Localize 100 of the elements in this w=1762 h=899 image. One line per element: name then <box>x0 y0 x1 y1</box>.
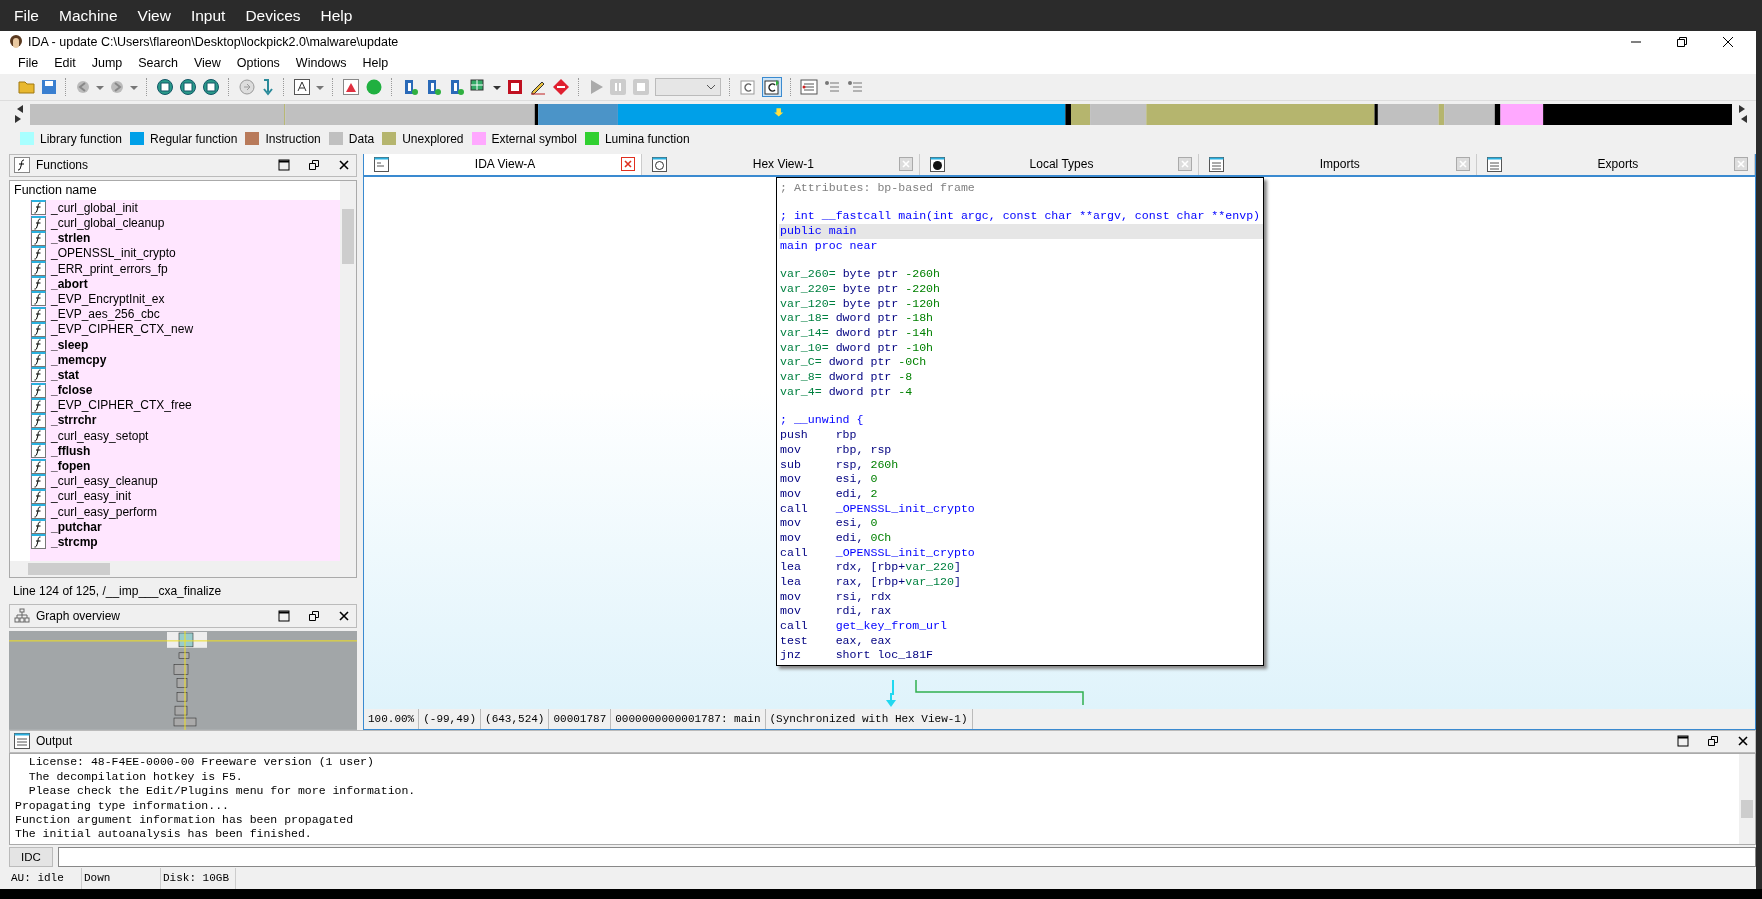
menu-item[interactable]: Machine <box>49 6 128 25</box>
list-icon[interactable] <box>800 77 818 96</box>
folder-icon[interactable] <box>18 78 36 95</box>
navigation-band-drawing[interactable] <box>30 103 1732 125</box>
menu-item[interactable]: Search <box>130 56 186 71</box>
close-icon[interactable] <box>338 609 350 622</box>
function-name[interactable]: _curl_global_init <box>51 200 138 215</box>
text-box-icon[interactable] <box>293 77 311 96</box>
code-line[interactable]: var_C= dword ptr -0Ch <box>779 355 1263 371</box>
code-line[interactable]: ; int __fastcall main(int argc, const char **argv, const char **envp) <box>779 209 1263 224</box>
code-line[interactable]: mov rbp, rsp <box>779 442 1263 458</box>
code-line[interactable]: jnz short loc_181F <box>779 648 1263 664</box>
menu-item[interactable]: Edit <box>46 56 84 71</box>
close-icon[interactable] <box>1722 35 1734 48</box>
bracket-icon[interactable] <box>739 77 757 96</box>
menu-item[interactable]: Help <box>354 56 397 71</box>
function-name[interactable]: _abort <box>51 276 88 291</box>
down-arrow-icon[interactable] <box>261 77 275 96</box>
code-line[interactable]: mov rsi, rdx <box>779 589 1263 605</box>
code-line[interactable]: var_18= dword ptr -18h <box>779 311 1263 326</box>
menu-item[interactable]: Help <box>310 6 363 25</box>
menu-item[interactable]: Windows <box>287 56 355 71</box>
restore-icon[interactable] <box>308 609 320 622</box>
code-line[interactable]: mov edi, 0Ch <box>779 530 1263 546</box>
column-header[interactable]: Function name <box>10 181 340 201</box>
function-name[interactable]: _sleep <box>51 337 89 352</box>
function-name[interactable]: _curl_easy_setopt <box>51 428 149 443</box>
code-line[interactable]: sub rsp, 260h <box>779 457 1263 473</box>
code-line[interactable]: ; __unwind { <box>779 413 1263 429</box>
function-name[interactable]: _strcmp <box>51 535 98 549</box>
bracket-icon[interactable] <box>762 76 782 97</box>
menu-item[interactable]: Devices <box>235 6 311 25</box>
menu-item[interactable]: Input <box>180 6 236 25</box>
code-line[interactable]: var_14= dword ptr -14h <box>779 326 1263 341</box>
language-button[interactable]: IDC <box>9 846 53 867</box>
stop-sign-icon[interactable] <box>552 77 570 96</box>
code-line[interactable]: var_260= byte ptr -260h <box>779 267 1263 282</box>
framed-square-icon[interactable] <box>506 77 524 96</box>
code-line[interactable]: var_220= byte ptr -220h <box>779 281 1263 297</box>
menu-item[interactable]: Options <box>228 56 288 71</box>
function-name[interactable]: _EVP_aes_256_cbc <box>51 307 160 322</box>
function-name[interactable]: _EVP_CIPHER_CTX_new <box>51 322 194 337</box>
maximize-icon[interactable] <box>278 609 290 622</box>
code-line[interactable]: var_10= dword ptr -10h <box>779 340 1263 356</box>
tab[interactable]: Imports <box>1198 153 1477 175</box>
function-name[interactable]: _memcpy <box>51 352 107 367</box>
code-line[interactable]: var_8= dword ptr -8 <box>779 370 1263 385</box>
function-name[interactable]: _OPENSSL_init_crypto <box>51 246 176 261</box>
forward-icon[interactable] <box>109 78 125 95</box>
vertical-scrollbar[interactable] <box>1739 754 1755 845</box>
triangle-window-icon[interactable] <box>342 77 360 96</box>
scroll-arrows-icon[interactable] <box>14 103 24 126</box>
function-name[interactable]: _curl_easy_init <box>51 489 132 504</box>
code-line[interactable]: mov esi, 0 <box>779 472 1263 487</box>
tab[interactable]: IDA View-A <box>364 153 643 175</box>
code-line[interactable]: mov esi, 0 <box>779 516 1263 531</box>
tab[interactable]: Exports <box>1476 153 1755 175</box>
function-name[interactable]: _EVP_EncryptInit_ex <box>51 292 165 306</box>
function-name[interactable]: _stat <box>51 367 79 382</box>
scroll-arrows-icon[interactable] <box>1738 103 1748 126</box>
code-line[interactable]: call get_key_from_url <box>779 619 1263 634</box>
menu-item[interactable]: Jump <box>83 56 131 71</box>
maximize-icon[interactable] <box>278 159 290 172</box>
close-icon[interactable] <box>1737 735 1749 748</box>
command-field[interactable] <box>58 846 1756 867</box>
code-line[interactable]: push rbp <box>779 428 1263 443</box>
code-line[interactable]: call _OPENSSL_init_crypto <box>779 501 1263 517</box>
function-name[interactable]: _fopen <box>51 459 91 474</box>
restore-icon[interactable] <box>1676 35 1688 48</box>
tab[interactable]: Local Types <box>920 153 1199 175</box>
save-icon[interactable] <box>41 78 57 95</box>
menu-item[interactable]: View <box>127 6 181 25</box>
vertical-scrollbar[interactable] <box>340 181 356 577</box>
function-name[interactable]: _curl_easy_perform <box>51 504 158 519</box>
function-name[interactable]: _strrchr <box>51 413 97 428</box>
function-name[interactable]: _fflush <box>51 443 91 458</box>
function-name[interactable]: _curl_global_cleanup <box>51 216 165 231</box>
code-line[interactable]: ; Attributes: bp-based frame <box>779 180 1263 196</box>
tab[interactable]: Hex View-1 <box>642 153 921 175</box>
function-name[interactable]: _fclose <box>51 383 93 398</box>
code-line[interactable]: mov edi, 2 <box>779 486 1263 502</box>
caret-icon[interactable] <box>706 83 716 90</box>
restore-icon[interactable] <box>308 159 320 172</box>
code-line[interactable]: test eax, eax <box>779 633 1263 649</box>
code-line[interactable]: var_4= dword ptr -4 <box>779 384 1263 400</box>
code-line[interactable]: main proc near <box>779 238 1263 254</box>
code-line[interactable]: lea rax, [rbp+var_120] <box>779 575 1263 590</box>
function-name[interactable]: _putchar <box>51 519 102 534</box>
code-line[interactable]: lea rdx, [rbp+var_220] <box>779 560 1263 575</box>
function-name[interactable]: _curl_easy_cleanup <box>51 474 158 489</box>
code-line[interactable]: call _OPENSSL_init_crypto <box>779 545 1263 561</box>
back-icon[interactable] <box>75 78 91 95</box>
menu-item[interactable]: View <box>185 56 229 71</box>
close-icon[interactable] <box>338 159 350 172</box>
maximize-icon[interactable] <box>1677 735 1689 748</box>
function-name[interactable]: _strlen <box>51 231 91 246</box>
ball-icon[interactable] <box>365 77 383 96</box>
function-name[interactable]: _EVP_CIPHER_CTX_free <box>51 398 192 413</box>
code-line[interactable]: mov rdi, rax <box>779 604 1263 620</box>
menu-item[interactable]: File <box>10 56 47 71</box>
